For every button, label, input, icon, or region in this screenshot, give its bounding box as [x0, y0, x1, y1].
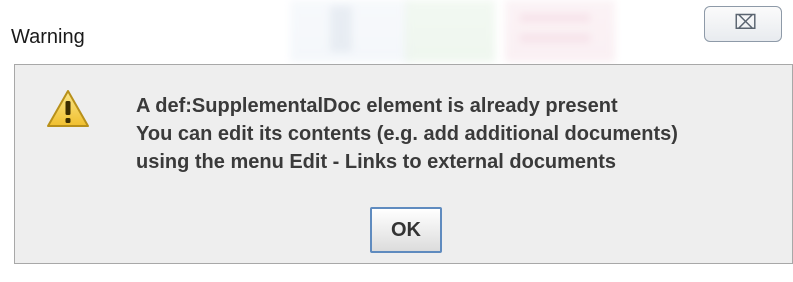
warning-message: A def:SupplementalDoc element is already…: [136, 92, 678, 176]
dialog-title: Warning: [11, 26, 85, 48]
message-line: A def:SupplementalDoc element is already…: [136, 95, 618, 117]
title-bar[interactable]: Warning ⌧: [0, 0, 793, 64]
warning-triangle-icon: [47, 90, 89, 127]
ok-button-label: OK: [391, 218, 421, 241]
close-icon: ⌧: [734, 12, 757, 34]
message-line: using the menu Edit - Links to external …: [136, 151, 617, 173]
dialog-body: A def:SupplementalDoc element is already…: [14, 64, 793, 264]
close-button[interactable]: ⌧: [704, 6, 782, 42]
warning-dialog: Warning ⌧ A def:SupplementalDoc element …: [0, 0, 793, 282]
message-line: You can edit its contents (e.g. add addi…: [136, 123, 678, 145]
ok-button[interactable]: OK: [370, 207, 442, 253]
